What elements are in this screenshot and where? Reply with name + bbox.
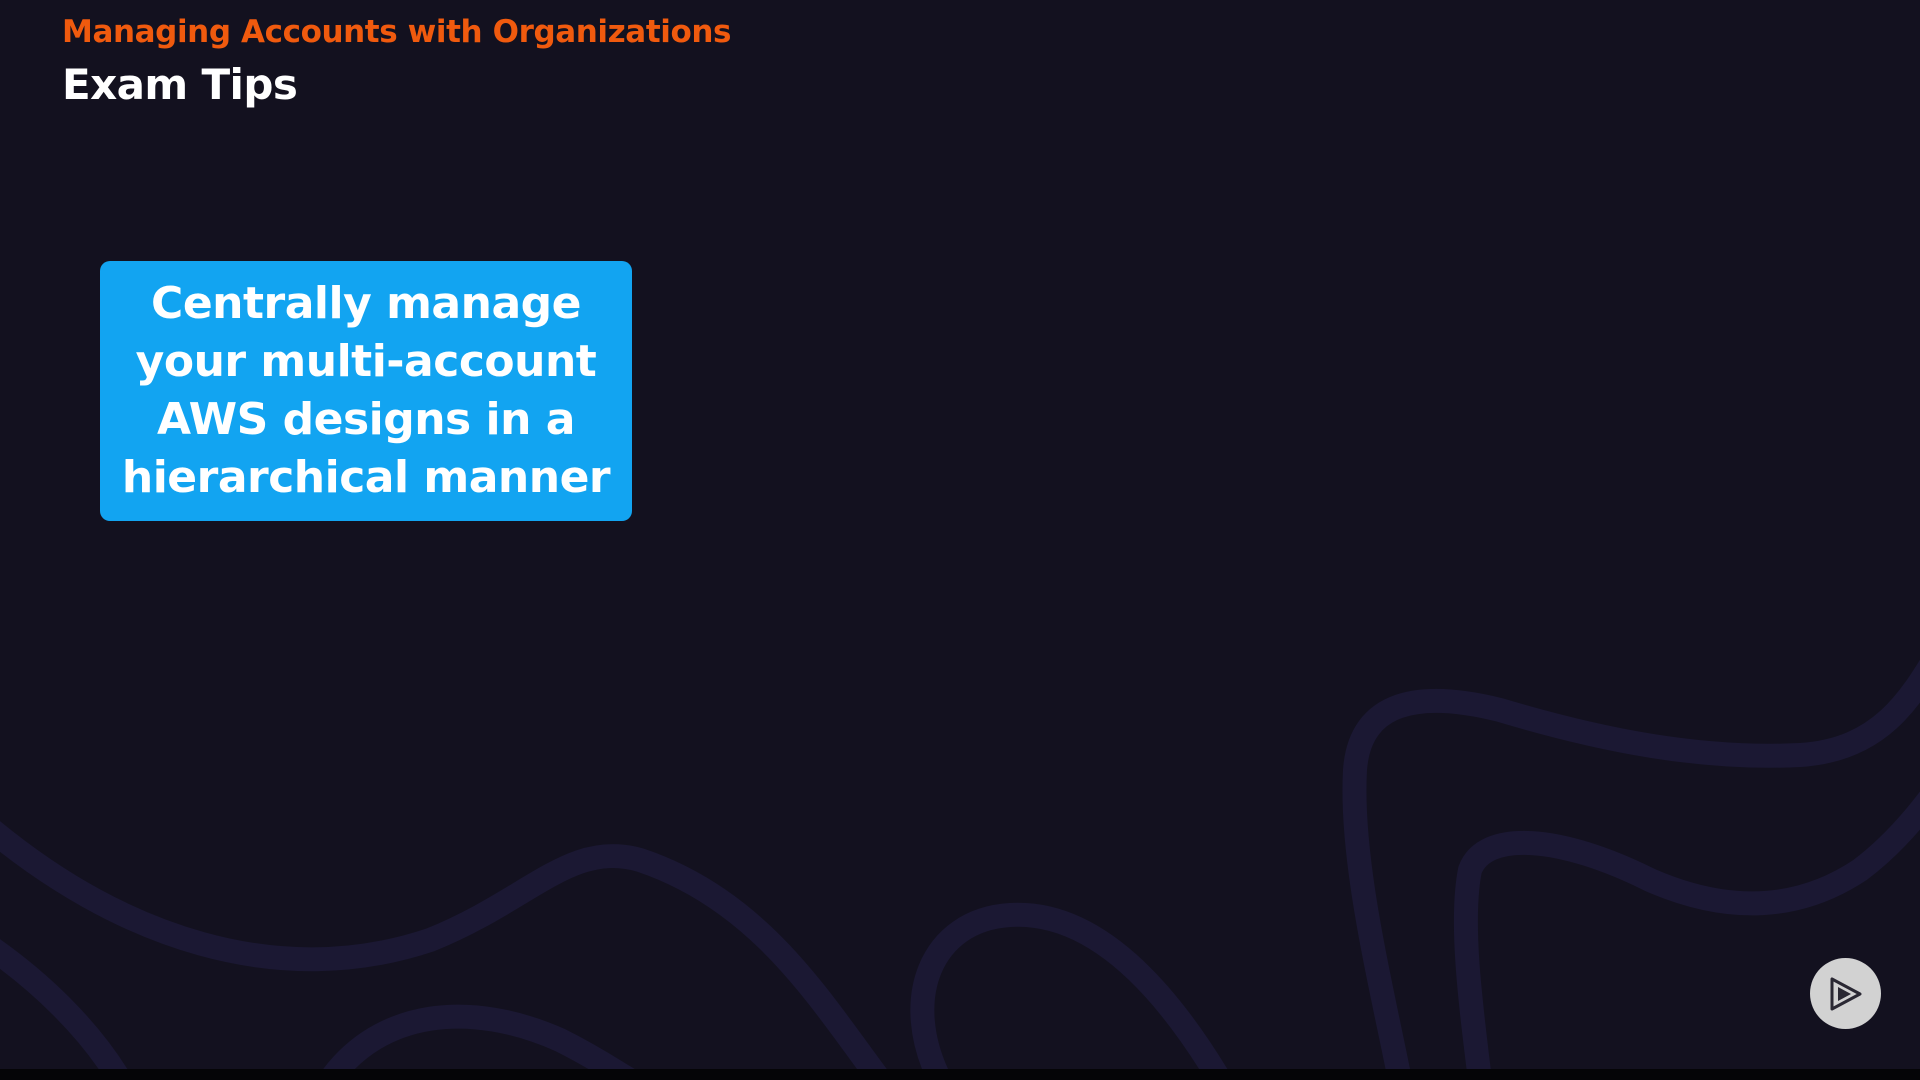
tip-text-line: your multi-account [135,336,597,387]
tip-text-line: AWS designs in a [157,394,575,445]
bottom-letterbox-bar [0,1069,1920,1080]
tip-text-line: hierarchical manner [121,452,611,503]
play-logo-icon [1830,977,1861,1010]
section-title: Exam Tips [62,60,298,109]
slide-canvas: Managing Accounts with Organizations Exa… [0,0,1920,1069]
background-wave-decoration [0,659,1920,1069]
play-button[interactable] [1810,958,1881,1029]
tip-text-line: Centrally manage [151,278,581,329]
course-title: Managing Accounts with Organizations [62,14,732,50]
exam-tip-card: Centrally manage your multi-account AWS … [100,261,632,521]
